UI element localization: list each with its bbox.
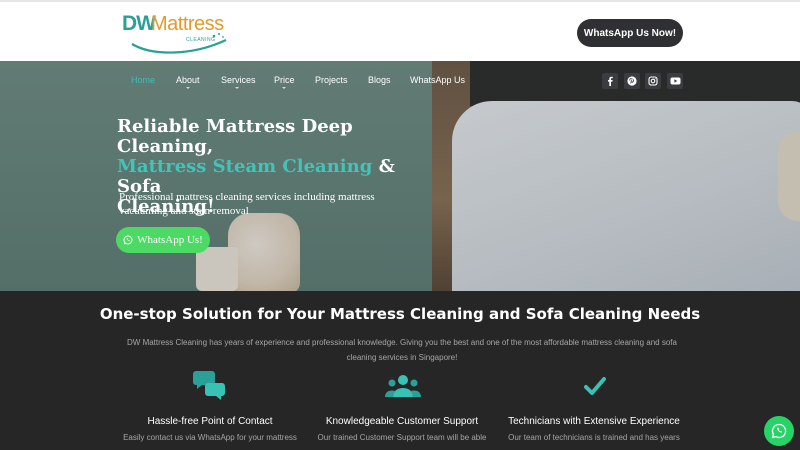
feature-title-contact: Hassle-free Point of Contact <box>147 416 273 427</box>
feature-desc-contact: Easily contact us via WhatsApp for your … <box>123 433 297 442</box>
nav-item-price[interactable]: Price <box>274 75 295 85</box>
checkmark-icon <box>584 377 606 395</box>
hero-title-highlight: Mattress Steam Cleaning <box>117 156 373 177</box>
site-header: DW Mattress CLEANING WhatsApp Us Now! <box>0 0 800 61</box>
section-lead: DW Mattress Cleaning has years of experi… <box>127 338 677 362</box>
hero-subtitle: Professional mattress cleaning services … <box>119 191 375 217</box>
section-heading: One-stop Solution for Your Mattress Clea… <box>99 305 701 323</box>
users-icon <box>385 375 421 397</box>
feature-title-support: Knowledgeable Customer Support <box>325 416 479 427</box>
nav-item-services[interactable]: Services <box>221 75 256 85</box>
floating-whatsapp-button[interactable] <box>764 416 794 446</box>
hero-button-label: WhatsApp Us! <box>137 234 203 246</box>
nav-item-home[interactable]: Home <box>131 75 155 85</box>
hero-title-line1: Reliable Mattress Deep Cleaning, <box>117 116 353 157</box>
whatsapp-icon <box>123 235 133 245</box>
hero-whatsapp-button[interactable]: WhatsApp Us! <box>116 227 210 253</box>
pinterest-icon[interactable] <box>624 73 640 89</box>
site-logo[interactable]: DW Mattress CLEANING <box>122 12 234 54</box>
logo-tagline: CLEANING <box>186 37 216 43</box>
nav-item-whatsapp-us[interactable]: WhatsApp Us <box>410 75 465 85</box>
nav-item-about[interactable]: About <box>176 75 200 85</box>
about-chevron-down-icon <box>186 87 190 89</box>
feature-title-technicians: Technicians with Extensive Experience <box>508 416 680 427</box>
price-chevron-down-icon <box>282 87 286 89</box>
youtube-icon[interactable] <box>667 73 683 89</box>
whatsapp-icon <box>771 423 787 439</box>
services-chevron-down-icon <box>235 87 239 89</box>
logo-swoosh-icon <box>131 33 227 54</box>
instagram-icon[interactable] <box>645 73 661 89</box>
facebook-icon[interactable] <box>602 73 618 89</box>
feature-desc-technicians: Our team of technicians is trained and h… <box>508 433 680 442</box>
chat-bubbles-icon <box>193 371 225 400</box>
nav-item-projects[interactable]: Projects <box>315 75 348 85</box>
feature-desc-support: Our trained Customer Support team will b… <box>317 433 487 442</box>
nav-item-blogs[interactable]: Blogs <box>368 75 391 85</box>
whatsapp-us-now-button[interactable]: WhatsApp Us Now! <box>577 19 683 47</box>
